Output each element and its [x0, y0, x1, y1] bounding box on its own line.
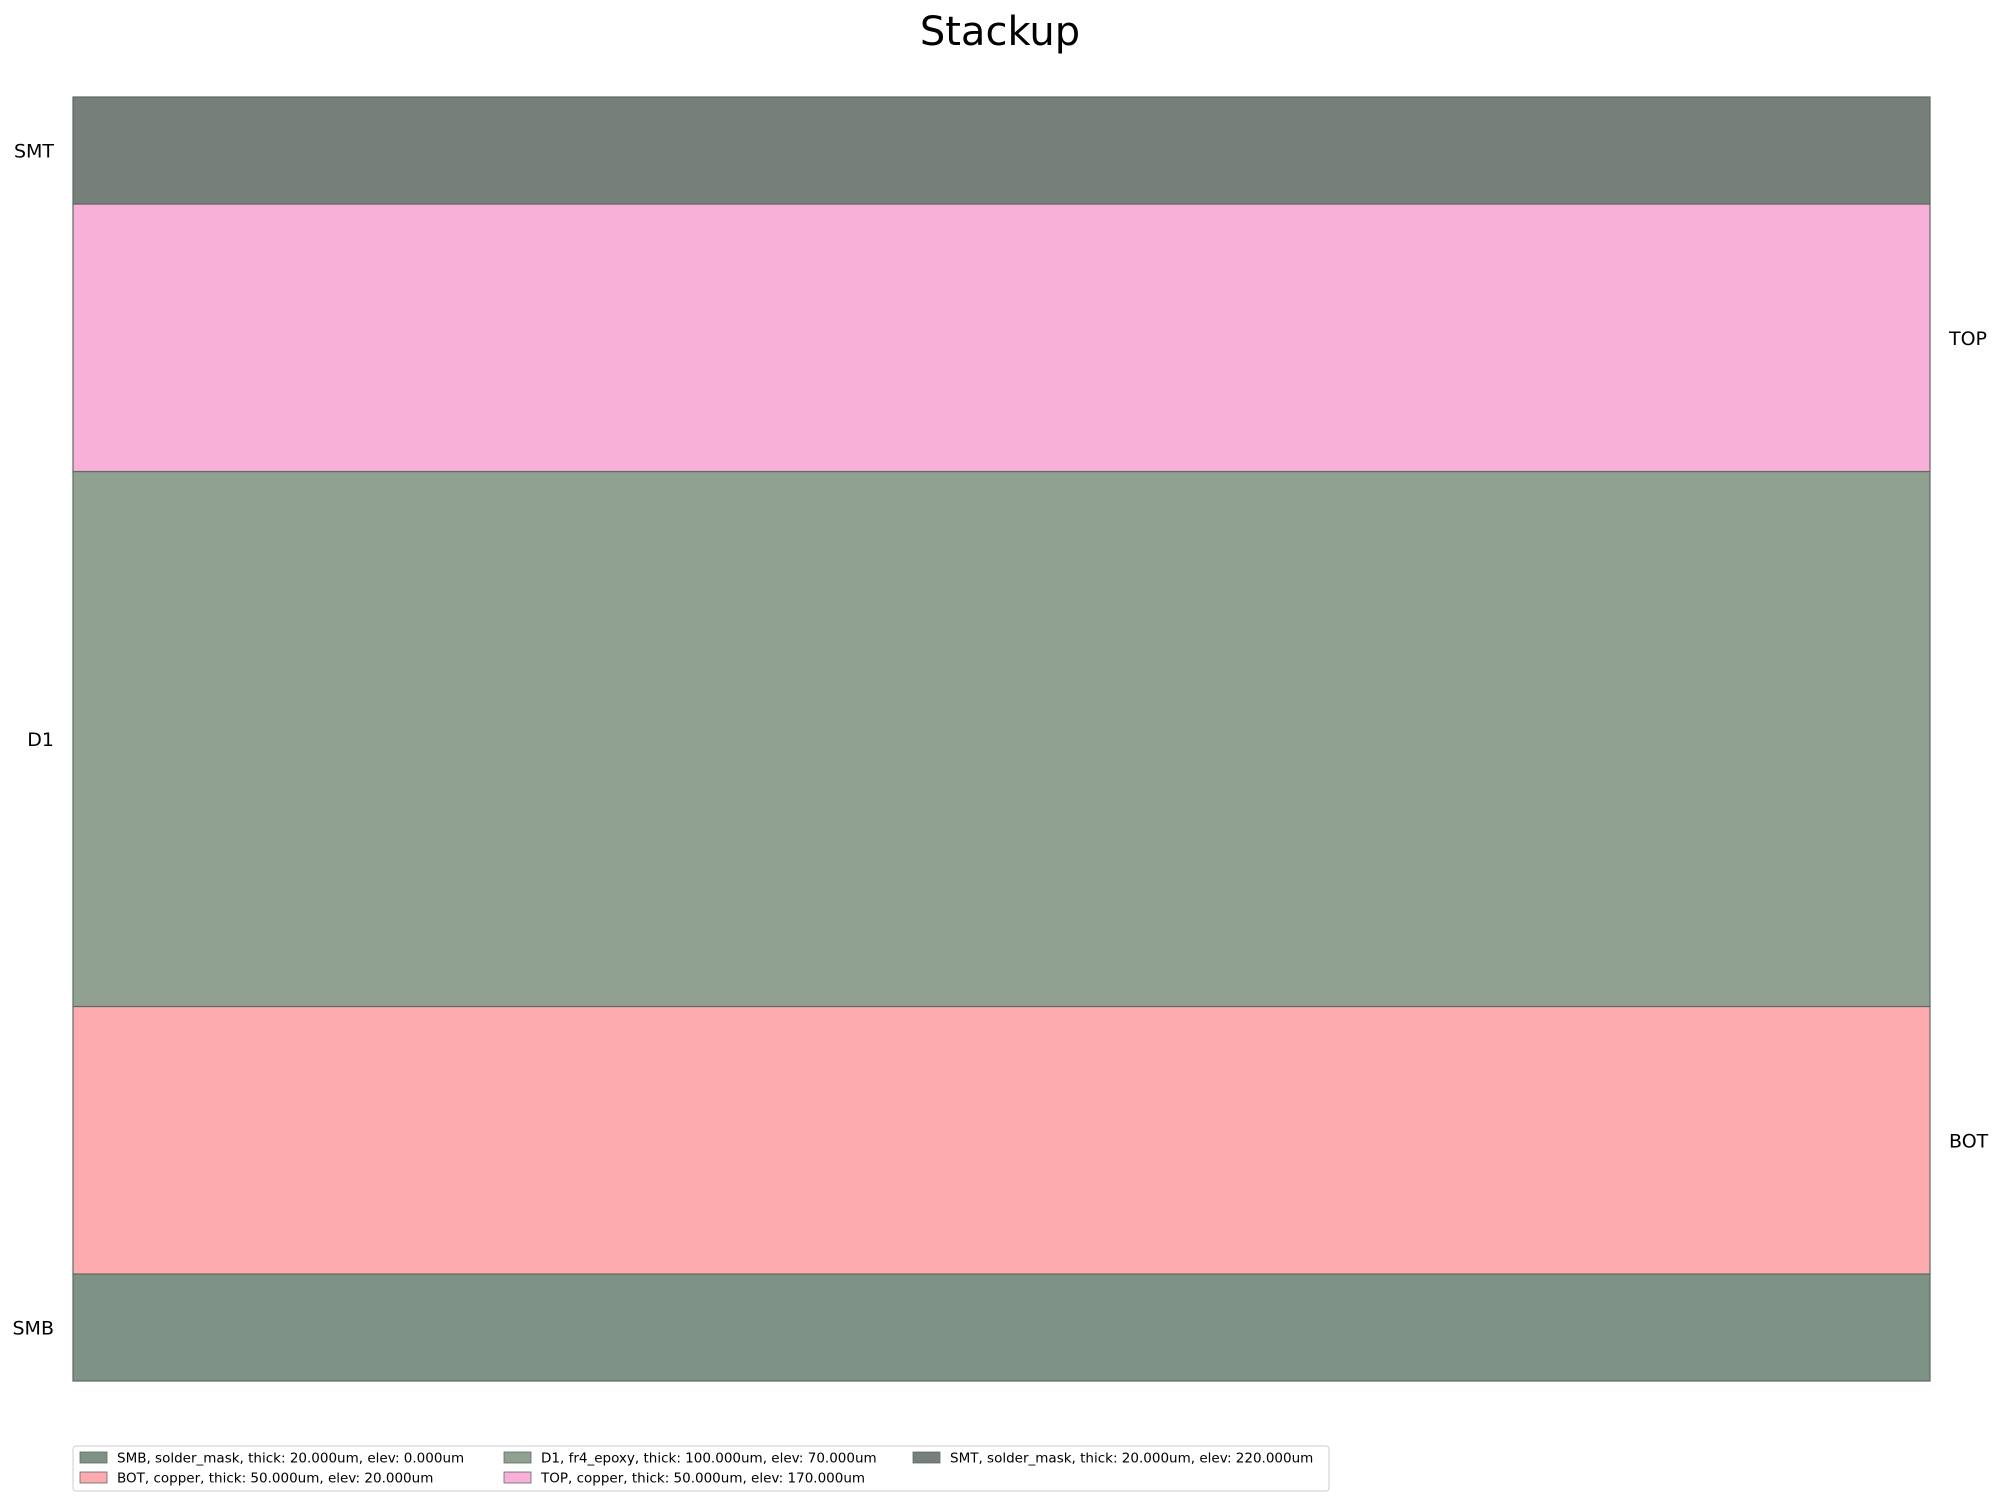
legend: SMB, solder_mask, thick: 20.000um, elev:… [72, 1445, 1330, 1492]
layer-d1 [72, 470, 1931, 1008]
layer-label-top: TOP [1948, 328, 1987, 350]
layer-bot [72, 1005, 1931, 1275]
legend-entry-bot: BOT, copper, thick: 50.000um, elev: 20.0… [117, 1471, 433, 1487]
legend-swatch-d1 [503, 1451, 532, 1464]
layer-label-bot: BOT [1949, 1130, 1989, 1152]
layer-label-smb: SMB [13, 1318, 55, 1340]
layer-smt [72, 96, 1931, 205]
chart-canvas: Stackup SMB BOT D1 TOP SMT SMB, solder_mask,… [13, 9, 1989, 1492]
layer-top [72, 203, 1931, 473]
layer-smb [72, 1273, 1931, 1382]
layer-label-smt: SMT [14, 141, 54, 163]
legend-entry-d1: D1, fr4_epoxy, thick: 100.000um, elev: 7… [541, 1451, 877, 1467]
layers-group [72, 96, 1931, 1382]
legend-swatch-smb [79, 1451, 108, 1464]
legend-entry-top: TOP, copper, thick: 50.000um, elev: 170.… [540, 1471, 865, 1487]
legend-entry-smb: SMB, solder_mask, thick: 20.000um, elev:… [117, 1451, 464, 1467]
legend-swatch-smt [912, 1451, 941, 1464]
legend-swatch-bot [79, 1471, 108, 1484]
legend-entry-smt: SMT, solder_mask, thick: 20.000um, elev:… [950, 1451, 1313, 1467]
chart-title: Stackup [920, 9, 1080, 55]
stackup-chart: Stackup SMB BOT D1 TOP SMT SMB, solder_mask,… [0, 0, 2000, 1500]
layer-label-d1: D1 [27, 729, 54, 751]
legend-swatch-top [503, 1471, 532, 1484]
